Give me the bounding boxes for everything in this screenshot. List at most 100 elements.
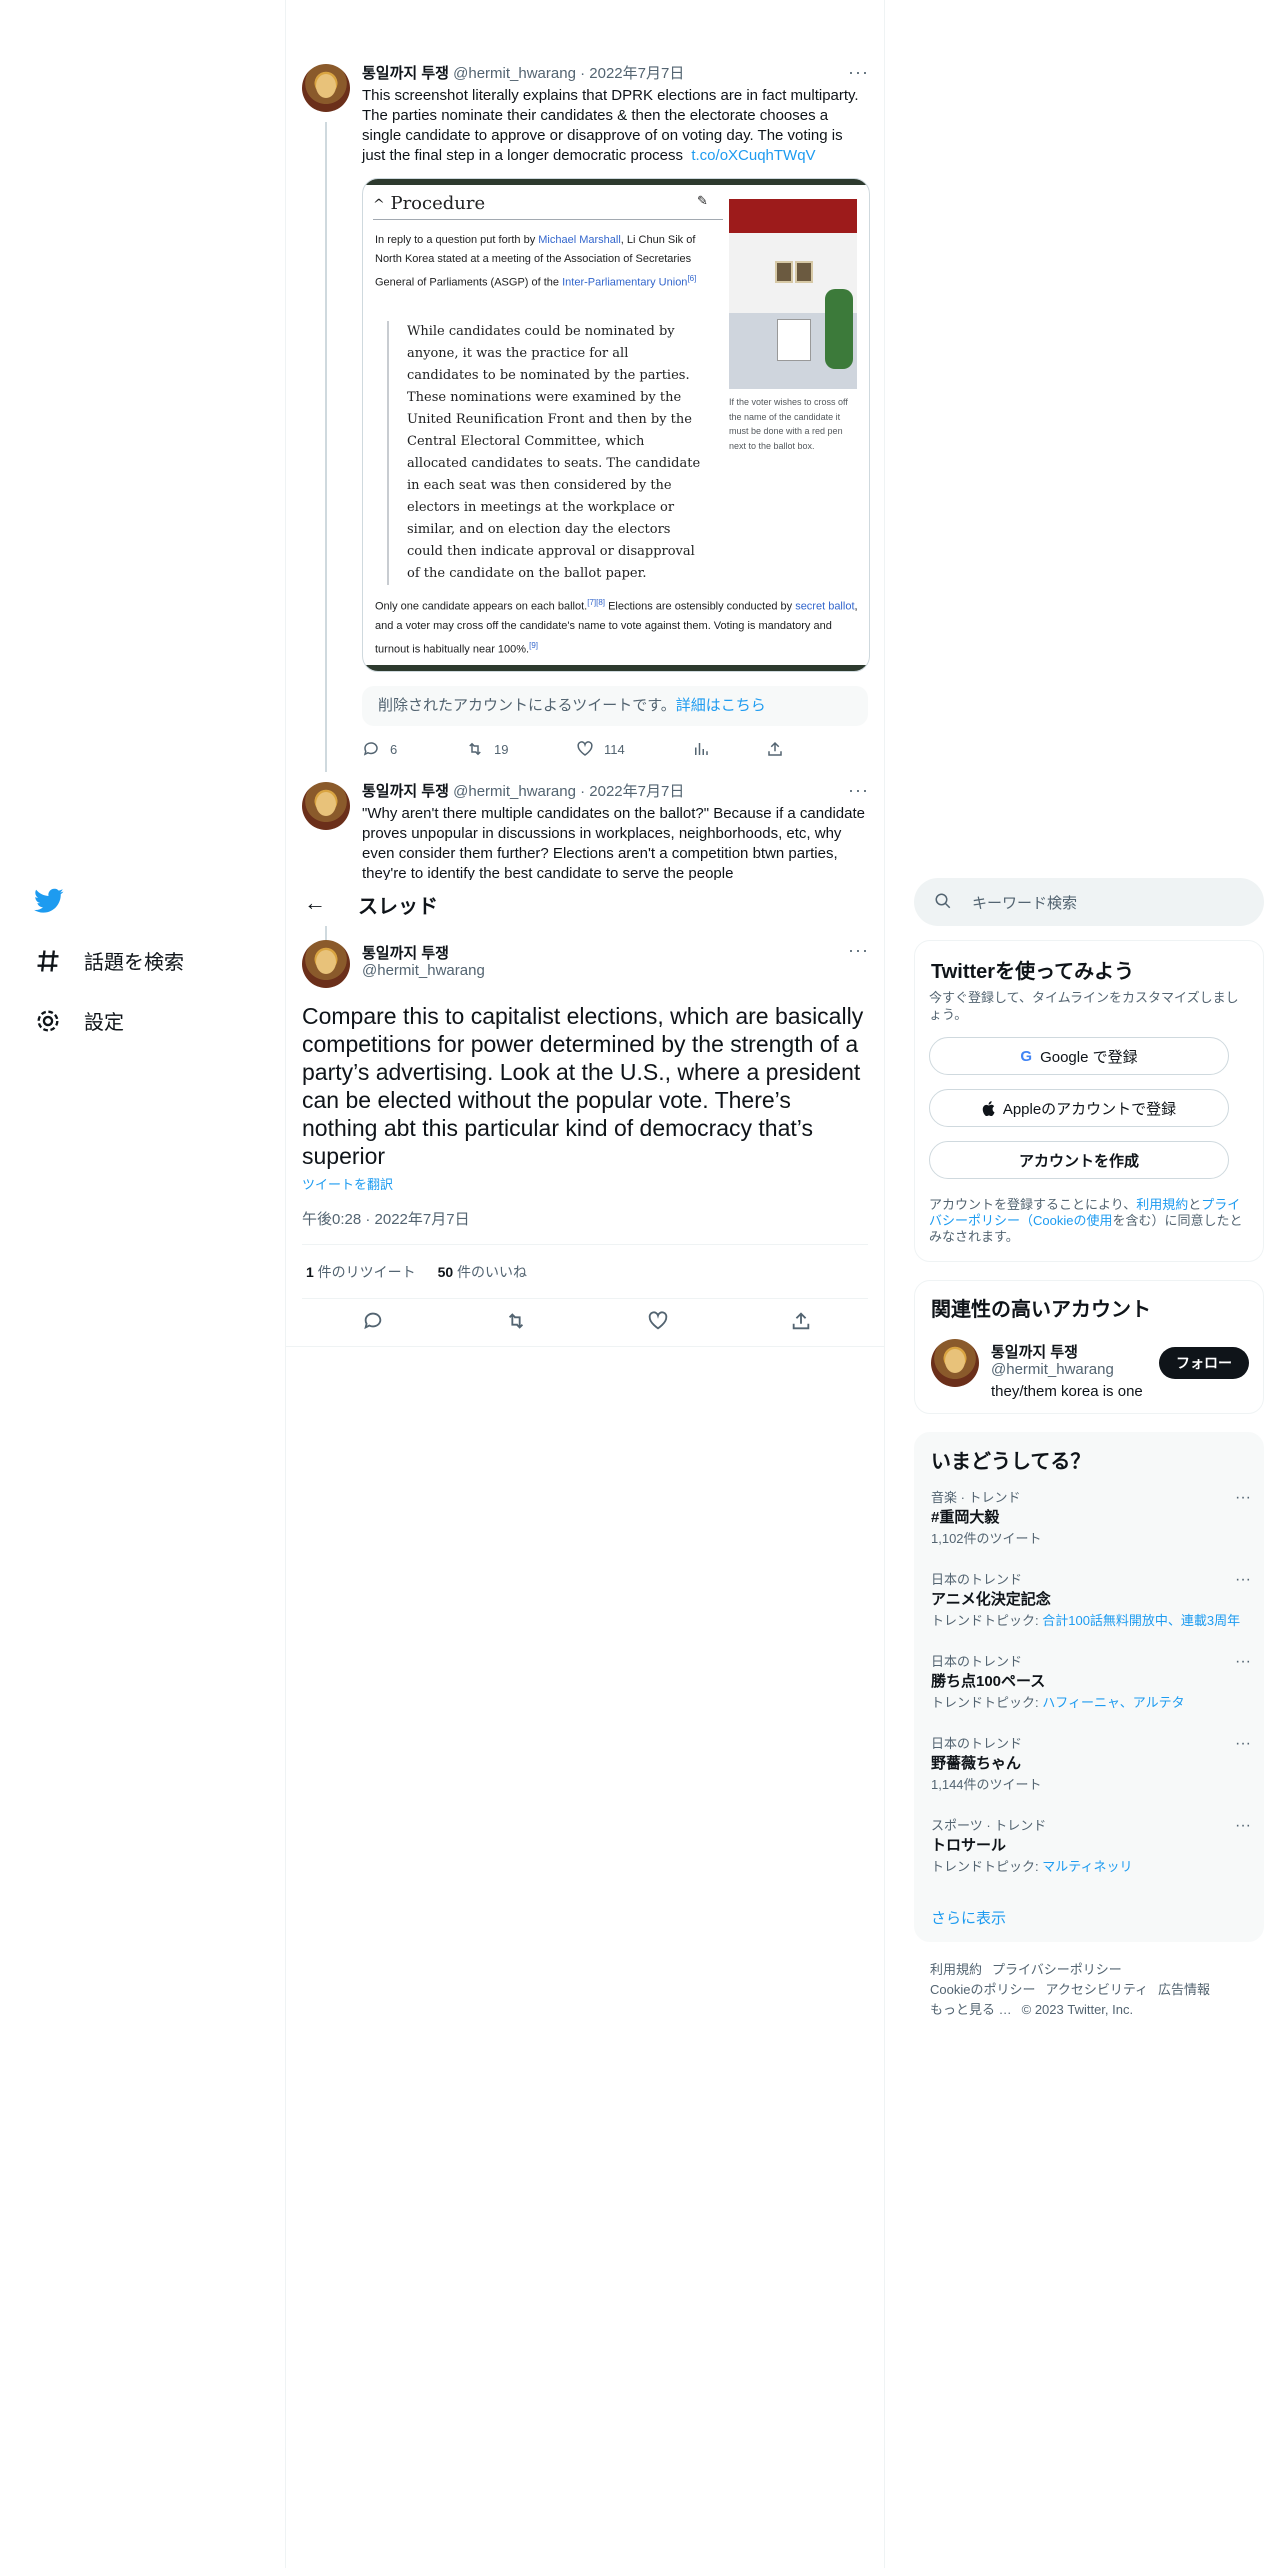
google-signup-label: Google で登録 xyxy=(1040,1048,1138,1066)
twitter-logo[interactable] xyxy=(34,888,64,919)
author-name[interactable]: 통일까지 투쟁 xyxy=(362,942,449,963)
more-options-icon[interactable]: ··· xyxy=(1235,1489,1251,1507)
footer-privacy[interactable]: プライバシーポリシー xyxy=(992,1962,1122,1977)
tweet-header: 통일까지 투쟁 @hermit_hwarang · 2022年7月7日 xyxy=(362,782,684,802)
trend-sub-text: トレンドトピック: xyxy=(931,1613,1043,1628)
tweet-date[interactable]: · 2022年7月7日 xyxy=(580,65,684,82)
heart-icon[interactable] xyxy=(647,1310,669,1332)
wiki-outro: Only one candidate appears on each ballo… xyxy=(375,593,859,659)
analytics-button[interactable] xyxy=(692,740,766,758)
trend-item[interactable]: 音楽 · トレンド #重岡大毅 1,102件のツイート ··· xyxy=(931,1489,1251,1549)
tweet-date[interactable]: · 2022年7月7日 xyxy=(580,783,684,800)
back-arrow-icon[interactable]: ← xyxy=(304,890,326,916)
footer-cookie[interactable]: Cookieのポリシー xyxy=(930,1982,1035,1997)
trend-topic-link: マルティネッリ xyxy=(1042,1859,1133,1874)
reply-icon[interactable] xyxy=(362,1310,384,1332)
retweet-icon[interactable] xyxy=(505,1310,527,1332)
like-button[interactable]: 114 xyxy=(576,740,692,758)
create-account-button[interactable]: アカウントを作成 xyxy=(929,1141,1229,1179)
share-button[interactable] xyxy=(766,740,784,758)
learn-more-link[interactable]: 詳細はこちら xyxy=(676,697,766,714)
trend-sub-text: トレンドトピック: xyxy=(931,1695,1043,1710)
portrait-left xyxy=(775,261,793,283)
footer-terms[interactable]: 利用規約 xyxy=(930,1962,982,1977)
trend-name: 野薔薇ちゃん xyxy=(931,1755,1022,1772)
footer-ads[interactable]: 広告情報 xyxy=(1158,1982,1210,1997)
avatar[interactable] xyxy=(302,64,350,112)
tweet-header: 통일까지 투쟁 @hermit_hwarang · 2022年7月7日 xyxy=(362,64,684,84)
more-options-icon[interactable]: ··· xyxy=(1235,1571,1251,1589)
trend-sub-text: 1,102件のツイート xyxy=(931,1531,1042,1546)
trend-item[interactable]: 日本のトレンド 野薔薇ちゃん 1,144件のツイート ··· xyxy=(931,1735,1251,1795)
more-options-icon[interactable]: ··· xyxy=(1235,1653,1251,1671)
apple-signup-button[interactable]: Appleのアカウントで登録 xyxy=(929,1089,1229,1127)
retweet-stat[interactable]: 1 件のリツイート xyxy=(306,1264,416,1280)
trend-topic-link: ハフィーニャ、アルテタ xyxy=(1042,1695,1185,1710)
like-stat[interactable]: 50 件のいいね xyxy=(438,1264,527,1280)
signup-title: Twitterを使ってみよう xyxy=(931,961,1135,983)
retweet-button[interactable]: 19 xyxy=(466,740,576,758)
trend-category: 日本のトレンド xyxy=(931,1572,1023,1587)
like-stat-count: 50 xyxy=(437,1264,454,1280)
trend-item[interactable]: 日本のトレンド アニメ化決定記念 トレンドトピック: 合計100話無料開放中、連… xyxy=(931,1571,1251,1631)
trend-sub: 1,144件のツイート xyxy=(931,1775,1251,1795)
ballot-box-photo xyxy=(729,199,857,389)
author-handle[interactable]: @hermit_hwarang xyxy=(453,783,576,800)
thread-header: ← スレッド xyxy=(286,880,884,926)
nav-explore[interactable]: 話題を検索 xyxy=(34,946,184,975)
avatar[interactable] xyxy=(931,1339,979,1387)
divider xyxy=(302,1244,868,1245)
trend-sub-text: 1,144件のツイート xyxy=(931,1777,1042,1792)
nav-settings[interactable]: 設定 xyxy=(34,1006,124,1035)
wiki-intro: In reply to a question put forth by Mich… xyxy=(375,231,711,293)
more-options-icon[interactable]: ··· xyxy=(1235,1735,1251,1753)
related-handle[interactable]: @hermit_hwarang xyxy=(991,1361,1114,1378)
more-options-icon[interactable]: ··· xyxy=(848,780,869,801)
terms-link[interactable]: 利用規約 xyxy=(1136,1197,1188,1212)
column-divider-right xyxy=(884,0,885,2568)
show-more-link[interactable]: さらに表示 xyxy=(931,1907,1006,1928)
trend-item[interactable]: 日本のトレンド 勝ち点100ペース トレンドトピック: ハフィーニャ、アルテタ … xyxy=(931,1653,1251,1713)
hashtag-icon xyxy=(37,949,59,972)
footer-accessibility[interactable]: アクセシビリティ xyxy=(1045,1982,1148,1997)
footer-more[interactable]: もっと見る … xyxy=(930,2002,1012,2017)
more-options-icon[interactable]: ··· xyxy=(848,62,869,83)
deleted-quote-notice: 削除されたアカウントによるツイートです。詳細はこちら xyxy=(362,686,868,726)
more-options-icon[interactable]: ··· xyxy=(848,940,869,961)
author-handle[interactable]: @hermit_hwarang xyxy=(362,962,485,979)
author-name[interactable]: 통일까지 투쟁 xyxy=(362,65,449,82)
tweet-timestamp[interactable]: 午後0:28 · 2022年7月7日 xyxy=(302,1208,470,1229)
reply-count: 6 xyxy=(390,741,398,757)
legal-text-1: アカウントを登録することにより、 xyxy=(929,1197,1137,1212)
share-icon[interactable] xyxy=(790,1310,812,1332)
more-options-icon[interactable]: ··· xyxy=(1235,1817,1251,1835)
signup-panel: Twitterを使ってみよう 今すぐ登録して、タイムラインをカスタマイズしましょ… xyxy=(914,940,1264,1262)
avatar[interactable] xyxy=(302,940,350,988)
tweet-link[interactable]: t.co/oXCuqhTWqV xyxy=(691,147,815,164)
tweet-actions: 6 19 114 xyxy=(362,740,812,758)
trend-item[interactable]: スポーツ · トレンド トロサール トレンドトピック: マルティネッリ ··· xyxy=(931,1817,1251,1877)
follow-button[interactable]: フォロー xyxy=(1159,1347,1249,1379)
author-handle[interactable]: @hermit_hwarang xyxy=(453,65,576,82)
translate-link[interactable]: ツイートを翻訳 xyxy=(302,1174,393,1193)
heart-icon xyxy=(577,741,593,756)
retweet-icon xyxy=(469,742,481,756)
trend-sub-text: トレンドトピック: xyxy=(931,1859,1043,1874)
tweet-text: "Why aren't there multiple candidates on… xyxy=(362,805,865,880)
chevron-up-icon: ^ xyxy=(373,197,385,213)
thread-connector xyxy=(325,122,327,772)
author-name[interactable]: 통일까지 투쟁 xyxy=(362,783,449,800)
trend-sub: 1,102件のツイート xyxy=(931,1529,1251,1549)
embedded-image[interactable]: ^ Procedure ✎ In reply to a question put… xyxy=(362,178,870,672)
reply-button[interactable]: 6 xyxy=(362,740,466,758)
related-name[interactable]: 통일까지 투쟁 xyxy=(991,1341,1078,1362)
retweet-stat-label: 件のリツイート xyxy=(313,1264,416,1280)
wiki-ref: [7][8] xyxy=(587,598,606,607)
google-signup-button[interactable]: G Google で登録 xyxy=(929,1037,1229,1075)
avatar[interactable] xyxy=(302,782,350,830)
wiki-ref: [6] xyxy=(687,274,697,283)
related-title: 関連性の高いアカウント xyxy=(931,1299,1151,1321)
divider xyxy=(302,1298,868,1299)
trend-name: #重岡大毅 xyxy=(931,1509,1000,1526)
search-box[interactable]: キーワード検索 xyxy=(914,878,1264,926)
